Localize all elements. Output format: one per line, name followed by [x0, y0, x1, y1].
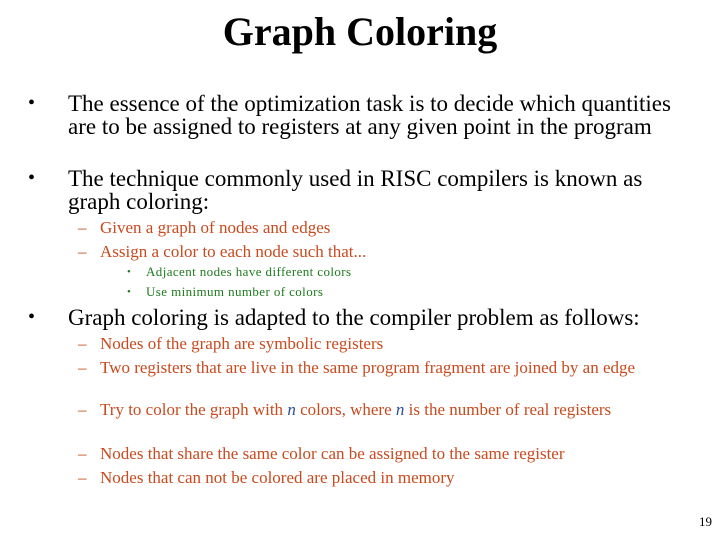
sub-bullet-item: – Try to color the graph with n colors, … [78, 400, 678, 420]
bullet-text: The essence of the optimization task is … [68, 91, 671, 139]
text-part: Try to color the graph with [100, 400, 288, 419]
dot-marker: • [127, 266, 132, 278]
text-part: colors, where [295, 400, 396, 419]
sub-bullet-text: Nodes that can not be colored are placed… [100, 468, 455, 487]
sub-bullet-text: Two registers that are live in the same … [100, 358, 636, 377]
sub-bullet-text: Nodes of the graph are symbolic register… [100, 334, 384, 353]
bullet-marker: • [28, 92, 36, 114]
dash-marker: – [78, 444, 87, 463]
dash-marker: – [78, 400, 87, 419]
sub-bullet-item: – Two registers that are live in the sam… [78, 358, 678, 378]
bullet-text: The technique commonly used in RISC comp… [68, 166, 643, 214]
sub-sub-bullet-item: • Adjacent nodes have different colors [127, 264, 351, 280]
sub-bullet-text: Given a graph of nodes and edges [100, 218, 331, 237]
sub-bullet-item: – Nodes of the graph are symbolic regist… [78, 334, 678, 354]
bullet-text: Graph coloring is adapted to the compile… [68, 305, 640, 330]
dash-marker: – [78, 334, 87, 353]
bullet-item: • The essence of the optimization task i… [28, 92, 688, 138]
sub-sub-bullet-text: Use minimum number of colors [146, 284, 324, 299]
sub-bullet-item: – Nodes that share the same color can be… [78, 444, 678, 464]
sub-bullet-text: Try to color the graph with n colors, wh… [100, 400, 678, 420]
sub-bullet-item: – Nodes that can not be colored are plac… [78, 468, 678, 488]
dash-marker: – [78, 218, 87, 237]
sub-sub-bullet-text: Adjacent nodes have different colors [146, 264, 352, 279]
bullet-item: • Graph coloring is adapted to the compi… [28, 306, 708, 329]
text-part: is the number of real registers [404, 400, 612, 419]
bullet-marker: • [28, 167, 36, 189]
dash-marker: – [78, 242, 87, 261]
bullet-marker: • [28, 306, 36, 328]
sub-sub-bullet-item: • Use minimum number of colors [127, 284, 323, 300]
sub-bullet-item: – Given a graph of nodes and edges [78, 218, 678, 238]
dot-marker: • [127, 286, 132, 298]
dash-marker: – [78, 358, 87, 377]
sub-bullet-text: Nodes that share the same color can be a… [100, 444, 565, 463]
page-number: 19 [699, 514, 712, 529]
variable-n: n [287, 400, 296, 419]
dash-marker: – [78, 468, 87, 487]
sub-bullet-item: – Assign a color to each node such that.… [78, 242, 678, 262]
sub-bullet-text: Assign a color to each node such that... [100, 242, 367, 261]
slide-title: Graph Coloring [222, 9, 498, 54]
bullet-item: • The technique commonly used in RISC co… [28, 167, 688, 213]
